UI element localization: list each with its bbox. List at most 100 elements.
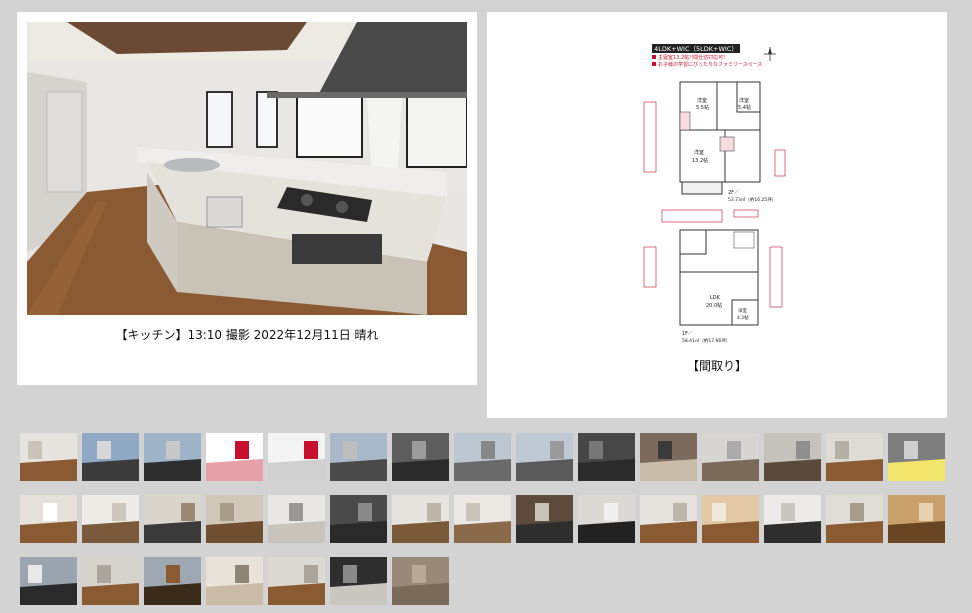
main-photo[interactable]: [27, 22, 467, 315]
thumbnail-image: [330, 495, 387, 543]
thumbnail-image: [206, 495, 263, 543]
thumbnail-room-3[interactable]: [268, 557, 325, 605]
room-size-1f: 4.2帖: [737, 314, 749, 321]
thumbnail-image: [888, 495, 945, 543]
thumbnail-room-2[interactable]: [454, 495, 511, 543]
thumbnail-image: [578, 433, 635, 481]
thumbnail-hallway[interactable]: [640, 433, 697, 481]
thumbnail-panel[interactable]: [888, 433, 945, 481]
thumbnail-image: [392, 495, 449, 543]
thumbnail-image: [144, 495, 201, 543]
thumbnail-street[interactable]: [516, 433, 573, 481]
thumbnail-kitchen[interactable]: [20, 495, 77, 543]
thumbnail-kitchen-interior[interactable]: [20, 433, 77, 481]
thumbnail-stairs[interactable]: [516, 495, 573, 543]
thumbnail-image: [702, 433, 759, 481]
floorplan-note-1: 主寝室13.2帖!!間仕切対応可!: [658, 54, 725, 61]
floor2-area: 53.73㎡（約16.25坪）: [728, 196, 776, 203]
floor1-area: 58.41㎡（約17.66坪）: [682, 337, 730, 344]
thumbnail-image: [454, 433, 511, 481]
thumbnail-parking[interactable]: [454, 433, 511, 481]
thumbnail-image: [20, 495, 77, 543]
thumbnail-image: [82, 557, 139, 605]
floor1-label: 1F／: [682, 331, 693, 337]
thumbnail-kitchen-2[interactable]: [206, 495, 263, 543]
thumbnail-balcony-2[interactable]: [330, 557, 387, 605]
thumbnail-closet[interactable]: [578, 495, 635, 543]
floor2-label: 2F／: [728, 190, 739, 196]
thumbnail-image: [640, 433, 697, 481]
thumbnail-image: [640, 495, 697, 543]
thumbnail-image: [888, 433, 945, 481]
thumbnail-image: [826, 495, 883, 543]
thumbnail-image: [330, 557, 387, 605]
compass-icon: [764, 47, 776, 61]
thumbnail-street-view[interactable]: [330, 433, 387, 481]
thumbnail-image: [82, 495, 139, 543]
thumbnail-living-room-2[interactable]: [392, 495, 449, 543]
thumbnail-image: [144, 557, 201, 605]
thumbnail-toilet-2[interactable]: [206, 557, 263, 605]
thumbnail-image: [392, 557, 449, 605]
thumbnail-image: [702, 495, 759, 543]
thumbnail-kitchen-counter[interactable]: [82, 495, 139, 543]
thumbnail-floorplan-drawing[interactable]: [206, 433, 263, 481]
thumbnail-room[interactable]: [826, 433, 883, 481]
floorplan-drawing: 4LDK+WIC（5LDK+WIC） 主寝室13.2帖!!間仕切対応可! お子様…: [643, 44, 786, 344]
thumbnail-image: [268, 495, 325, 543]
thumbnail-image: [578, 495, 635, 543]
thumbnail-image: [144, 433, 201, 481]
thumbnail-bedroom-2[interactable]: [888, 495, 945, 543]
thumbnail-corridor[interactable]: [764, 433, 821, 481]
thumbnail-balcony[interactable]: [20, 557, 77, 605]
main-photo-caption: 【キッチン】13:10 撮影 2022年12月11日 晴れ: [115, 328, 379, 342]
thumbnail-image: [206, 433, 263, 481]
thumbnail-image: [268, 557, 325, 605]
thumbnail-entrance[interactable]: [392, 433, 449, 481]
floorplan-caption: 【間取り】: [686, 359, 747, 373]
thumbnail-image: [330, 433, 387, 481]
thumbnail-bedroom[interactable]: [826, 495, 883, 543]
thumbnail-image: [516, 433, 573, 481]
thumbnail-sink[interactable]: [764, 495, 821, 543]
thumbnail-storage[interactable]: [82, 557, 139, 605]
thumbnail-window-room[interactable]: [144, 557, 201, 605]
thumbnail-washroom[interactable]: [702, 433, 759, 481]
main-photo-panel: 【キッチン】13:10 撮影 2022年12月11日 晴れ: [17, 12, 477, 385]
thumbnail-living-room[interactable]: [330, 495, 387, 543]
thumbnail-image: [206, 557, 263, 605]
thumbnail-image: [392, 433, 449, 481]
thumbnail-image: [268, 433, 325, 481]
thumbnail-image: [20, 557, 77, 605]
thumbnail-toilet[interactable]: [702, 495, 759, 543]
thumbnail-image: [764, 495, 821, 543]
thumbnail-kitchen-stove[interactable]: [144, 495, 201, 543]
room-size-2f-b: 5.4帖: [738, 104, 751, 111]
thumbnail-site-map[interactable]: [268, 433, 325, 481]
thumbnail-closet-2[interactable]: [640, 495, 697, 543]
thumbnail-bathroom[interactable]: [268, 495, 325, 543]
thumbnail-image: [826, 433, 883, 481]
room-label-2f-a: 洋室: [697, 97, 707, 104]
floorplan-note-2: お子様の学習にぴったりなファミリースペース: [658, 61, 762, 68]
thumbnail-door[interactable]: [578, 433, 635, 481]
thumbnail-image: [516, 495, 573, 543]
room-size-ldk: 20.0帖: [706, 302, 722, 309]
floorplan-panel: 4LDK+WIC（5LDK+WIC） 主寝室13.2帖!!間仕切対応可! お子様…: [487, 12, 947, 418]
floorplan-header: 4LDK+WIC（5LDK+WIC）: [654, 45, 738, 53]
kitchen-photo-image: [27, 22, 467, 315]
room-size-master: 13.2帖: [692, 157, 708, 164]
thumbnail-image: [454, 495, 511, 543]
floorplan-image[interactable]: 4LDK+WIC（5LDK+WIC） 主寝室13.2帖!!間仕切対応可! お子様…: [642, 42, 792, 352]
room-label-1f: 洋室: [738, 307, 747, 314]
thumbnail-image: [764, 433, 821, 481]
thumbnail-exterior-2[interactable]: [144, 433, 201, 481]
room-label-ldk: LDK: [710, 295, 721, 301]
thumbnail-image: [20, 433, 77, 481]
room-size-2f-a: 5.5帖: [696, 104, 709, 111]
room-label-master: 洋室: [694, 149, 704, 156]
thumbnail-exterior-1[interactable]: [82, 433, 139, 481]
thumbnail-wall[interactable]: [392, 557, 449, 605]
room-label-2f-b: 洋室: [739, 97, 749, 104]
thumbnail-image: [82, 433, 139, 481]
